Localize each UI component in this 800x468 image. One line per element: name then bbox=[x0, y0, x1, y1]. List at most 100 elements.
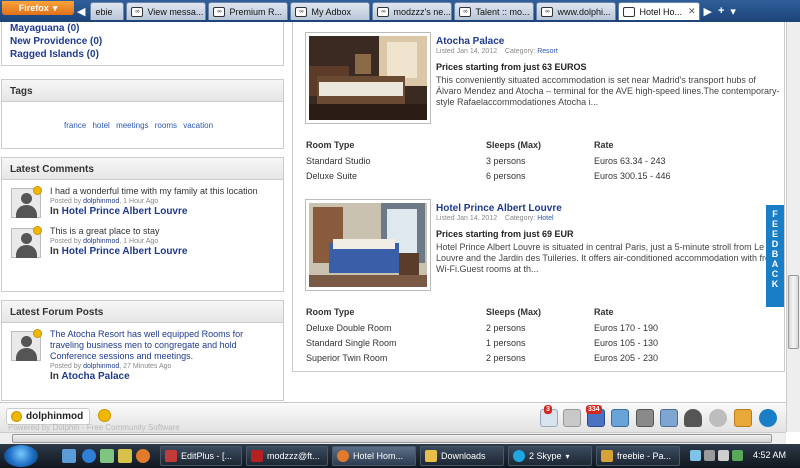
start-button[interactable] bbox=[4, 445, 38, 467]
site-icon: ∞ bbox=[541, 6, 554, 17]
mail-icon[interactable]: 3 bbox=[540, 405, 558, 427]
taskbar-button-editplus[interactable]: EditPlus - [... bbox=[160, 446, 242, 466]
notifications-count-badge: 334 bbox=[586, 405, 602, 414]
forum-post-text[interactable]: The Atocha Resort has well equipped Room… bbox=[50, 329, 277, 362]
browser-tab-bar: Firefox ▾ ◀ ebie ∞ View messa... ∞ Premi… bbox=[0, 0, 800, 22]
notifications-icon[interactable]: 334 bbox=[586, 405, 605, 427]
horizontal-scrollbar[interactable] bbox=[0, 432, 786, 444]
tray-icon[interactable] bbox=[690, 450, 701, 461]
taskbar-button-paint[interactable]: freebie - Pa... bbox=[596, 446, 680, 466]
author-link[interactable]: dolphinmod bbox=[83, 238, 119, 245]
members-icon[interactable] bbox=[636, 409, 654, 427]
feedback-letter: F bbox=[772, 209, 778, 219]
listing-title[interactable]: Hotel Prince Albert Louvre bbox=[436, 203, 562, 214]
user-status-icon[interactable] bbox=[98, 409, 111, 422]
target-link[interactable]: Hotel Prince Albert Louvre bbox=[62, 206, 188, 217]
folder-icon bbox=[425, 450, 437, 462]
location-list: Mayaguana (0) New Providence (0) Ragged … bbox=[1, 22, 284, 66]
volume-icon[interactable] bbox=[718, 450, 729, 461]
tag-link[interactable]: rooms bbox=[155, 121, 177, 130]
firefox-menu-label: Firefox bbox=[18, 3, 49, 13]
tab-scroll-right-icon[interactable]: ▶ bbox=[700, 5, 714, 18]
online-status-icon bbox=[33, 329, 42, 338]
browser-tab[interactable]: ∞ Premium R... bbox=[208, 2, 289, 20]
column-header: Rate bbox=[594, 306, 614, 317]
latest-forum-posts-panel: Latest Forum Posts The Atocha Resort has… bbox=[1, 300, 284, 401]
settings-icon[interactable] bbox=[709, 409, 727, 427]
author-link[interactable]: dolphinmod bbox=[83, 198, 119, 205]
browser-tab[interactable]: ∞ Talent :: mo... bbox=[454, 2, 535, 20]
horizontal-scroll-thumb[interactable] bbox=[12, 434, 772, 443]
profile-icon[interactable] bbox=[660, 409, 678, 427]
comment-meta: Posted by dolphinmod, 1 Hour Ago bbox=[50, 238, 277, 245]
system-clock: 4:52 AM bbox=[753, 450, 787, 460]
location-link[interactable]: New Providence (0) bbox=[10, 35, 275, 48]
listing-thumbnail[interactable] bbox=[305, 32, 431, 124]
vertical-scroll-thumb[interactable] bbox=[788, 275, 799, 349]
ie-icon[interactable] bbox=[82, 449, 96, 463]
tag-link[interactable]: france bbox=[64, 121, 86, 130]
taskbar-button-downloads[interactable]: Downloads bbox=[420, 446, 504, 466]
tag-link[interactable]: hotel bbox=[92, 121, 109, 130]
browser-tab[interactable]: ∞ www.dolphi... bbox=[536, 2, 617, 20]
category-link[interactable]: Hotel bbox=[537, 215, 553, 222]
room-type-cell: Deluxe Suite bbox=[306, 170, 358, 181]
editplus-icon bbox=[165, 450, 177, 462]
column-header: Rate bbox=[594, 139, 614, 150]
smiley-icon bbox=[11, 411, 22, 422]
taskbar-button-label: freebie - Pa... bbox=[617, 451, 672, 461]
category-link[interactable]: Resort bbox=[537, 48, 558, 55]
rate-cell: Euros 63.34 - 243 bbox=[594, 155, 666, 166]
new-tab-button[interactable]: + bbox=[715, 5, 727, 17]
folder-icon[interactable] bbox=[734, 409, 752, 427]
in-label: In bbox=[50, 206, 59, 217]
listing-title[interactable]: Atocha Palace bbox=[436, 36, 504, 47]
column-header: Sleeps (Max) bbox=[486, 139, 542, 150]
skype-icon bbox=[513, 450, 525, 462]
browser-tab-active[interactable]: Hotel Ho... ✕ bbox=[618, 2, 701, 20]
quicklaunch-icon[interactable] bbox=[100, 449, 114, 463]
cart-icon[interactable] bbox=[563, 409, 581, 427]
network-icon[interactable] bbox=[704, 450, 715, 461]
room-type-cell: Standard Studio bbox=[306, 155, 371, 166]
tab-scroll-left-icon[interactable]: ◀ bbox=[74, 5, 88, 18]
feedback-tab[interactable]: FEEDBACK bbox=[766, 205, 784, 307]
taskbar-button-filezilla[interactable]: modzzz@ft... bbox=[246, 446, 328, 466]
power-icon[interactable] bbox=[759, 409, 777, 427]
listing-thumbnail[interactable] bbox=[305, 199, 431, 291]
comment-item: I had a wonderful time with my family at… bbox=[2, 180, 283, 220]
room-type-cell: Standard Single Room bbox=[306, 337, 397, 348]
site-icon: ∞ bbox=[213, 6, 226, 17]
author-link[interactable]: dolphinmod bbox=[83, 363, 119, 370]
rate-cell: Euros 205 - 230 bbox=[594, 352, 659, 363]
vertical-scrollbar[interactable] bbox=[786, 22, 800, 432]
tray-icon[interactable] bbox=[732, 450, 743, 461]
tab-list-icon[interactable]: ▾ bbox=[727, 5, 739, 18]
firefox-menu-button[interactable]: Firefox ▾ bbox=[2, 1, 74, 15]
listings-panel: Atocha Palace Listed Jan 14, 2012 Catego… bbox=[292, 22, 785, 372]
room-type-cell: Superior Twin Room bbox=[306, 352, 388, 363]
quicklaunch-icon[interactable] bbox=[118, 449, 132, 463]
chat-icon[interactable] bbox=[684, 409, 702, 427]
location-link[interactable]: Ragged Islands (0) bbox=[10, 48, 275, 61]
browser-tab[interactable]: ∞ View messa... bbox=[126, 2, 207, 20]
table-row: Superior Twin Room 2 persons Euros 205 -… bbox=[306, 350, 776, 365]
browser-tab[interactable]: ∞ modzzz's ne... bbox=[372, 2, 453, 20]
taskbar-button-firefox[interactable]: Hotel Hom... bbox=[332, 446, 416, 466]
tag-link[interactable]: meetings bbox=[116, 121, 148, 130]
show-desktop-icon[interactable] bbox=[62, 449, 76, 463]
target-link[interactable]: Atocha Palace bbox=[61, 371, 129, 382]
tag-link[interactable]: vacation bbox=[183, 121, 213, 130]
rate-cell: Euros 105 - 130 bbox=[594, 337, 659, 348]
location-link[interactable]: Mayaguana (0) bbox=[10, 22, 275, 35]
dolphin-toolbar: dolphinmod Powered by Dolphin - Free Com… bbox=[0, 402, 786, 432]
taskbar-button-label: Hotel Hom... bbox=[353, 451, 404, 461]
browser-tab[interactable]: ∞ My Adbox bbox=[290, 2, 371, 20]
firefox-quicklaunch-icon[interactable] bbox=[136, 449, 150, 463]
close-tab-icon[interactable]: ✕ bbox=[688, 6, 696, 17]
friends-icon[interactable] bbox=[611, 409, 629, 427]
table-header-row: Room Type Sleeps (Max) Rate bbox=[306, 303, 776, 320]
taskbar-button-skype[interactable]: 2 Skype ▾ bbox=[508, 446, 592, 466]
target-link[interactable]: Hotel Prince Albert Louvre bbox=[62, 246, 188, 257]
browser-tab[interactable]: ebie bbox=[90, 2, 125, 20]
